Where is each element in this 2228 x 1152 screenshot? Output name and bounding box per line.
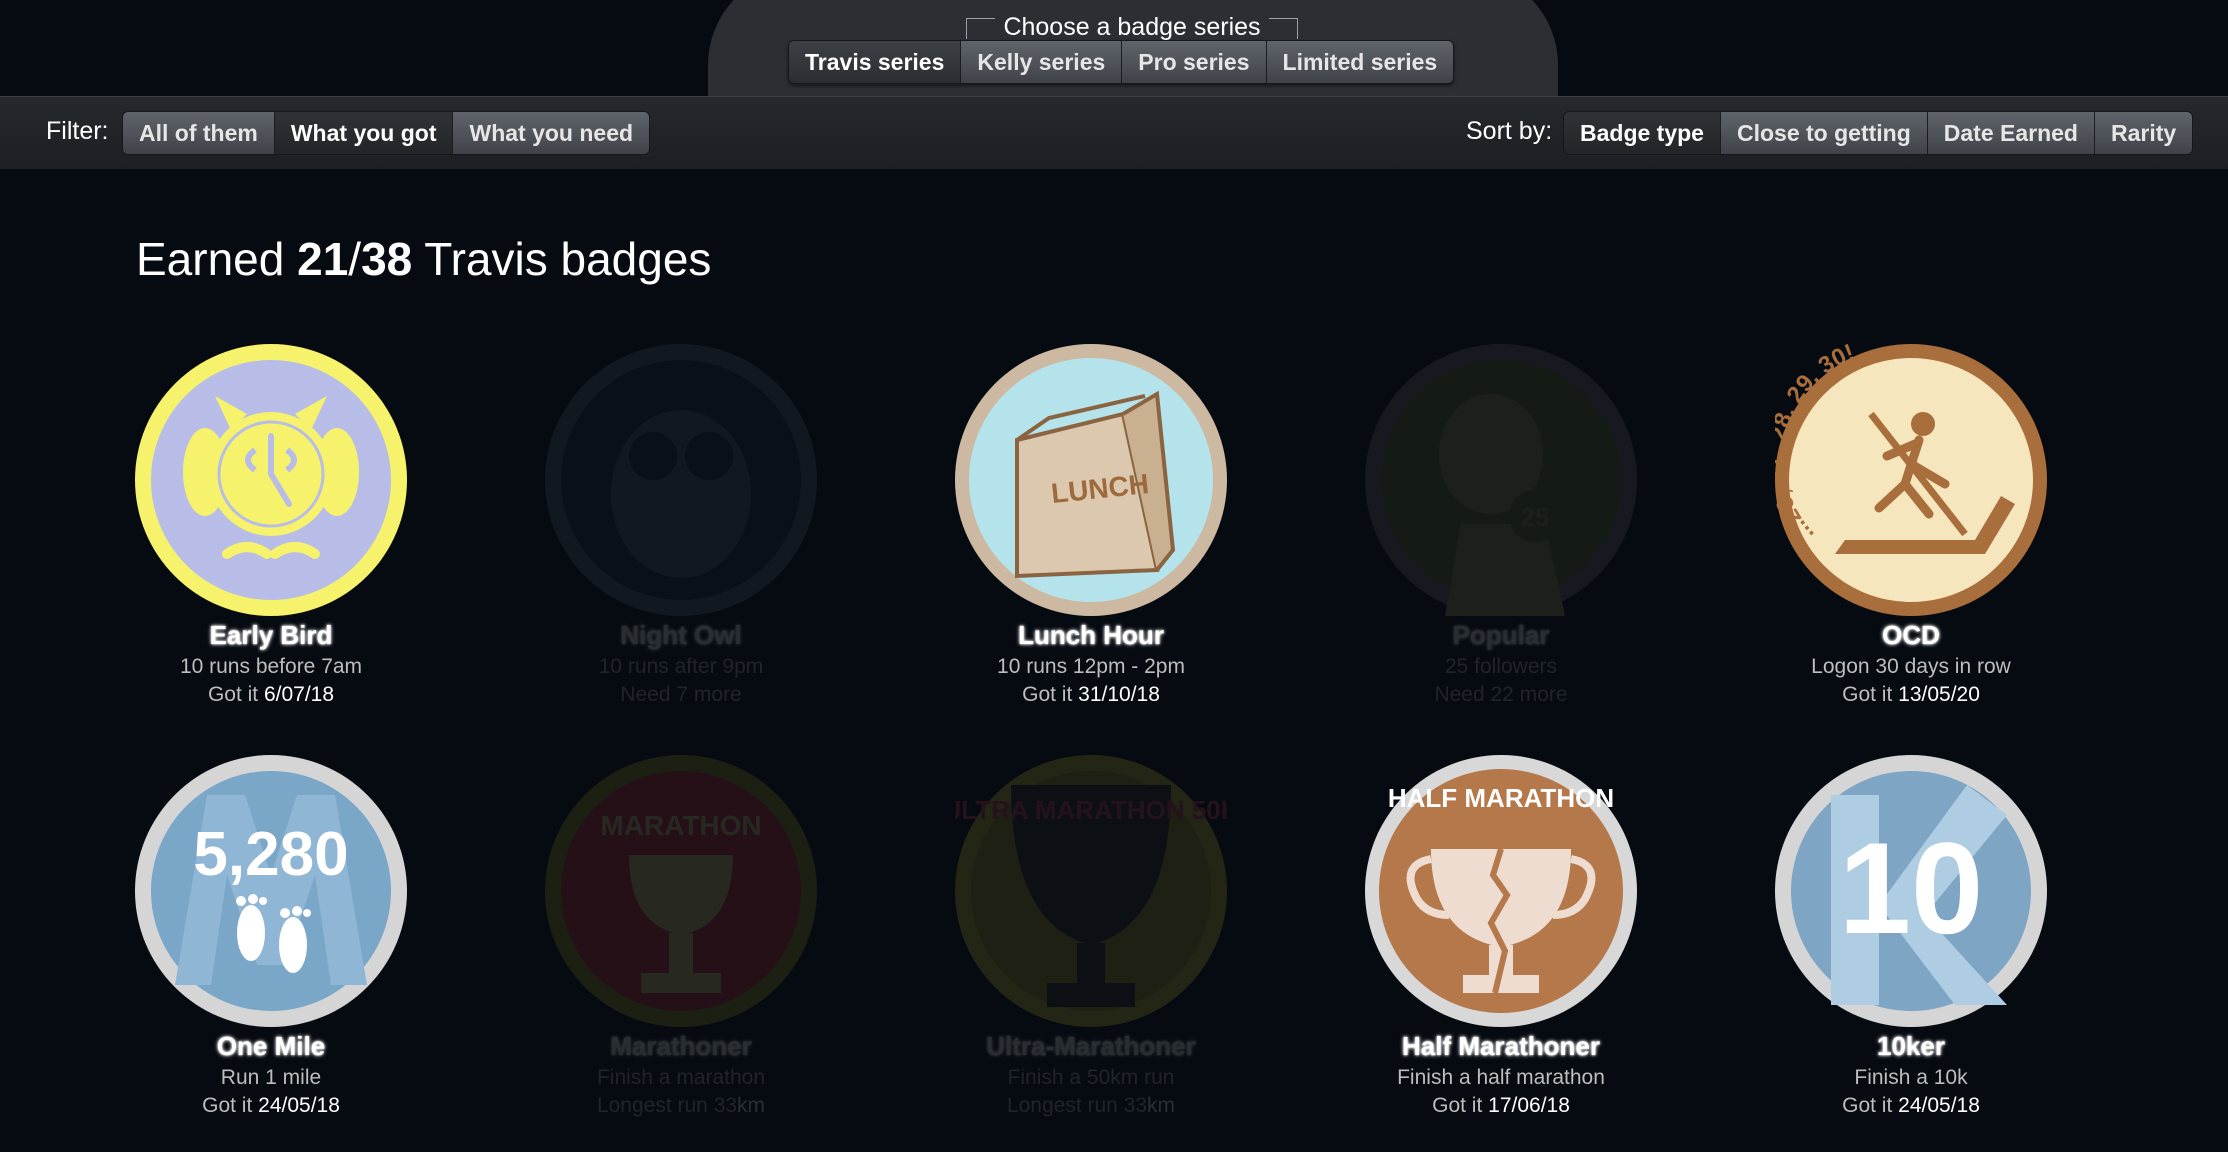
badge-date: 24/05/18 (1898, 1094, 1980, 1117)
badge-status: Got it 31/10/18 (1022, 683, 1160, 706)
svg-text:HALF MARATHON: HALF MARATHON (1388, 783, 1614, 813)
ultra-trophy-icon: ULTRA MARATHON 50K (955, 755, 1227, 1027)
filter-what-you-need-button[interactable]: What you need (453, 112, 650, 154)
svg-text:10: 10 (1839, 815, 1984, 961)
series-legend: Choose a badge series (966, 13, 1298, 41)
badge-date: 24/05/18 (258, 1094, 340, 1117)
sort-options: Badge type Close to getting Date Earned … (1563, 111, 2194, 155)
total-count: 38 (361, 233, 413, 285)
badge-10ker[interactable]: 10 10ker Finish a 10k Got it 24/05/18 (1761, 755, 2061, 1118)
badge-status: Got it 6/07/18 (207, 683, 335, 706)
badge-description: 10 runs before 7am (179, 655, 363, 678)
broken-trophy-icon: HALF MARATHON (1365, 755, 1637, 1027)
svg-text:5,280: 5,280 (193, 820, 348, 889)
series-tabs: Travis series Kelly series Pro series Li… (788, 40, 1455, 84)
svg-text:25: 25 (1521, 502, 1550, 532)
sort-rarity-button[interactable]: Rarity (2094, 112, 2193, 154)
badge-description: Finish a 50km run (1007, 1066, 1175, 1089)
footprints-icon: 5,280 (135, 755, 407, 1027)
svg-text:ULTRA MARATHON 50K: ULTRA MARATHON 50K (955, 795, 1227, 825)
earned-count: 21 (297, 233, 349, 285)
badge-name: Early Bird (209, 620, 333, 650)
ten-k-icon: 10 (1775, 755, 2047, 1027)
svg-text:MARATHON: MARATHON (600, 810, 761, 841)
owl-icon (545, 344, 817, 616)
trophy-icon: MARATHON (545, 755, 817, 1027)
badge-lunch-hour[interactable]: LUNCH Lunch Hour 10 runs 12pm - 2pm Got … (941, 344, 1241, 707)
treadmill-icon: ...26, 27, 28, 29, 30! (1775, 344, 2047, 616)
badge-description: Run 1 mile (220, 1066, 322, 1089)
tab-pro-series[interactable]: Pro series (1122, 41, 1267, 83)
sort-date-earned-button[interactable]: Date Earned (1927, 112, 2095, 154)
badge-marathoner[interactable]: MARATHON Marathoner Finish a marathon Lo… (531, 755, 831, 1118)
badge-name: OCD (1882, 620, 1940, 650)
pinup-icon: 25 (1365, 344, 1637, 616)
sort-badge-type-button[interactable]: Badge type (1564, 112, 1721, 154)
badge-status: Need 7 more (620, 683, 742, 706)
badge-description: Finish a half marathon (1397, 1066, 1605, 1089)
series-title: Choose a badge series (995, 13, 1269, 41)
badge-ocd[interactable]: ...26, 27, 28, 29, 30! OCD Logon 30 days… (1761, 344, 2061, 707)
badge-night-owl[interactable]: Night Owl 10 runs after 9pm Need 7 more (531, 344, 831, 707)
badge-status: Got it 13/05/20 (1842, 683, 1980, 706)
tab-limited-series[interactable]: Limited series (1266, 41, 1454, 83)
sort-close-to-getting-button[interactable]: Close to getting (1720, 112, 1928, 154)
badge-status: Got it 24/05/18 (1842, 1094, 1980, 1117)
badge-date: 13/05/20 (1898, 683, 1980, 706)
filter-what-you-got-button[interactable]: What you got (274, 112, 454, 154)
lunch-bag-icon: LUNCH (955, 344, 1227, 616)
badge-ultra-marathoner[interactable]: ULTRA MARATHON 50K Ultra-Marathoner Fini… (941, 755, 1241, 1118)
filter-options: All of them What you got What you need (122, 111, 651, 155)
tab-travis-series[interactable]: Travis series (789, 41, 962, 83)
alarm-clock-icon (135, 344, 407, 616)
badge-popular[interactable]: 25 Popular 25 followers Need 22 more (1351, 344, 1651, 707)
badge-description: Finish a 10k (1854, 1066, 1968, 1089)
badge-date: 6/07/18 (263, 683, 335, 706)
filter-all-button[interactable]: All of them (123, 112, 275, 154)
badge-name: Lunch Hour (1018, 620, 1164, 650)
badge-name: One Mile (216, 1031, 326, 1061)
sort-label: Sort by: (1466, 117, 1553, 145)
badge-name: 10ker (1877, 1031, 1945, 1061)
badge-status: Longest run 33km (1006, 1094, 1176, 1117)
badge-date: 17/06/18 (1488, 1094, 1570, 1117)
badge-early-bird[interactable]: Early Bird 10 runs before 7am Got it 6/0… (121, 344, 421, 707)
badge-name: Night Owl (620, 620, 742, 650)
badge-description: 10 runs after 9pm (598, 655, 764, 678)
badge-name: Popular (1452, 620, 1550, 650)
badge-date: 31/10/18 (1078, 683, 1160, 706)
filter-label: Filter: (46, 117, 109, 145)
badge-half-marathoner[interactable]: HALF MARATHON Half Marathoner Finish a h… (1351, 755, 1651, 1118)
badge-description: Logon 30 days in row (1811, 655, 2011, 678)
badge-status: Need 22 more (1434, 683, 1568, 706)
badge-one-mile[interactable]: 5,280 One Mile Run 1 mile Got it 24/05/1… (121, 755, 421, 1118)
badge-description: Finish a marathon (596, 1066, 766, 1089)
badge-status: Longest run 33km (596, 1094, 766, 1117)
badge-status: Got it 24/05/18 (202, 1094, 340, 1117)
badge-name: Marathoner (610, 1031, 752, 1061)
badge-name: Half Marathoner (1402, 1031, 1600, 1061)
badge-name: Ultra-Marathoner (986, 1031, 1196, 1061)
page-title: Earned 21/38 Travis badges (136, 233, 712, 285)
badge-description: 10 runs 12pm - 2pm (997, 655, 1185, 678)
tab-kelly-series[interactable]: Kelly series (961, 41, 1123, 83)
badge-description: 25 followers (1444, 655, 1558, 678)
badge-status: Got it 17/06/18 (1432, 1094, 1570, 1117)
filter-sort-bar: Filter: All of them What you got What yo… (0, 96, 2228, 170)
